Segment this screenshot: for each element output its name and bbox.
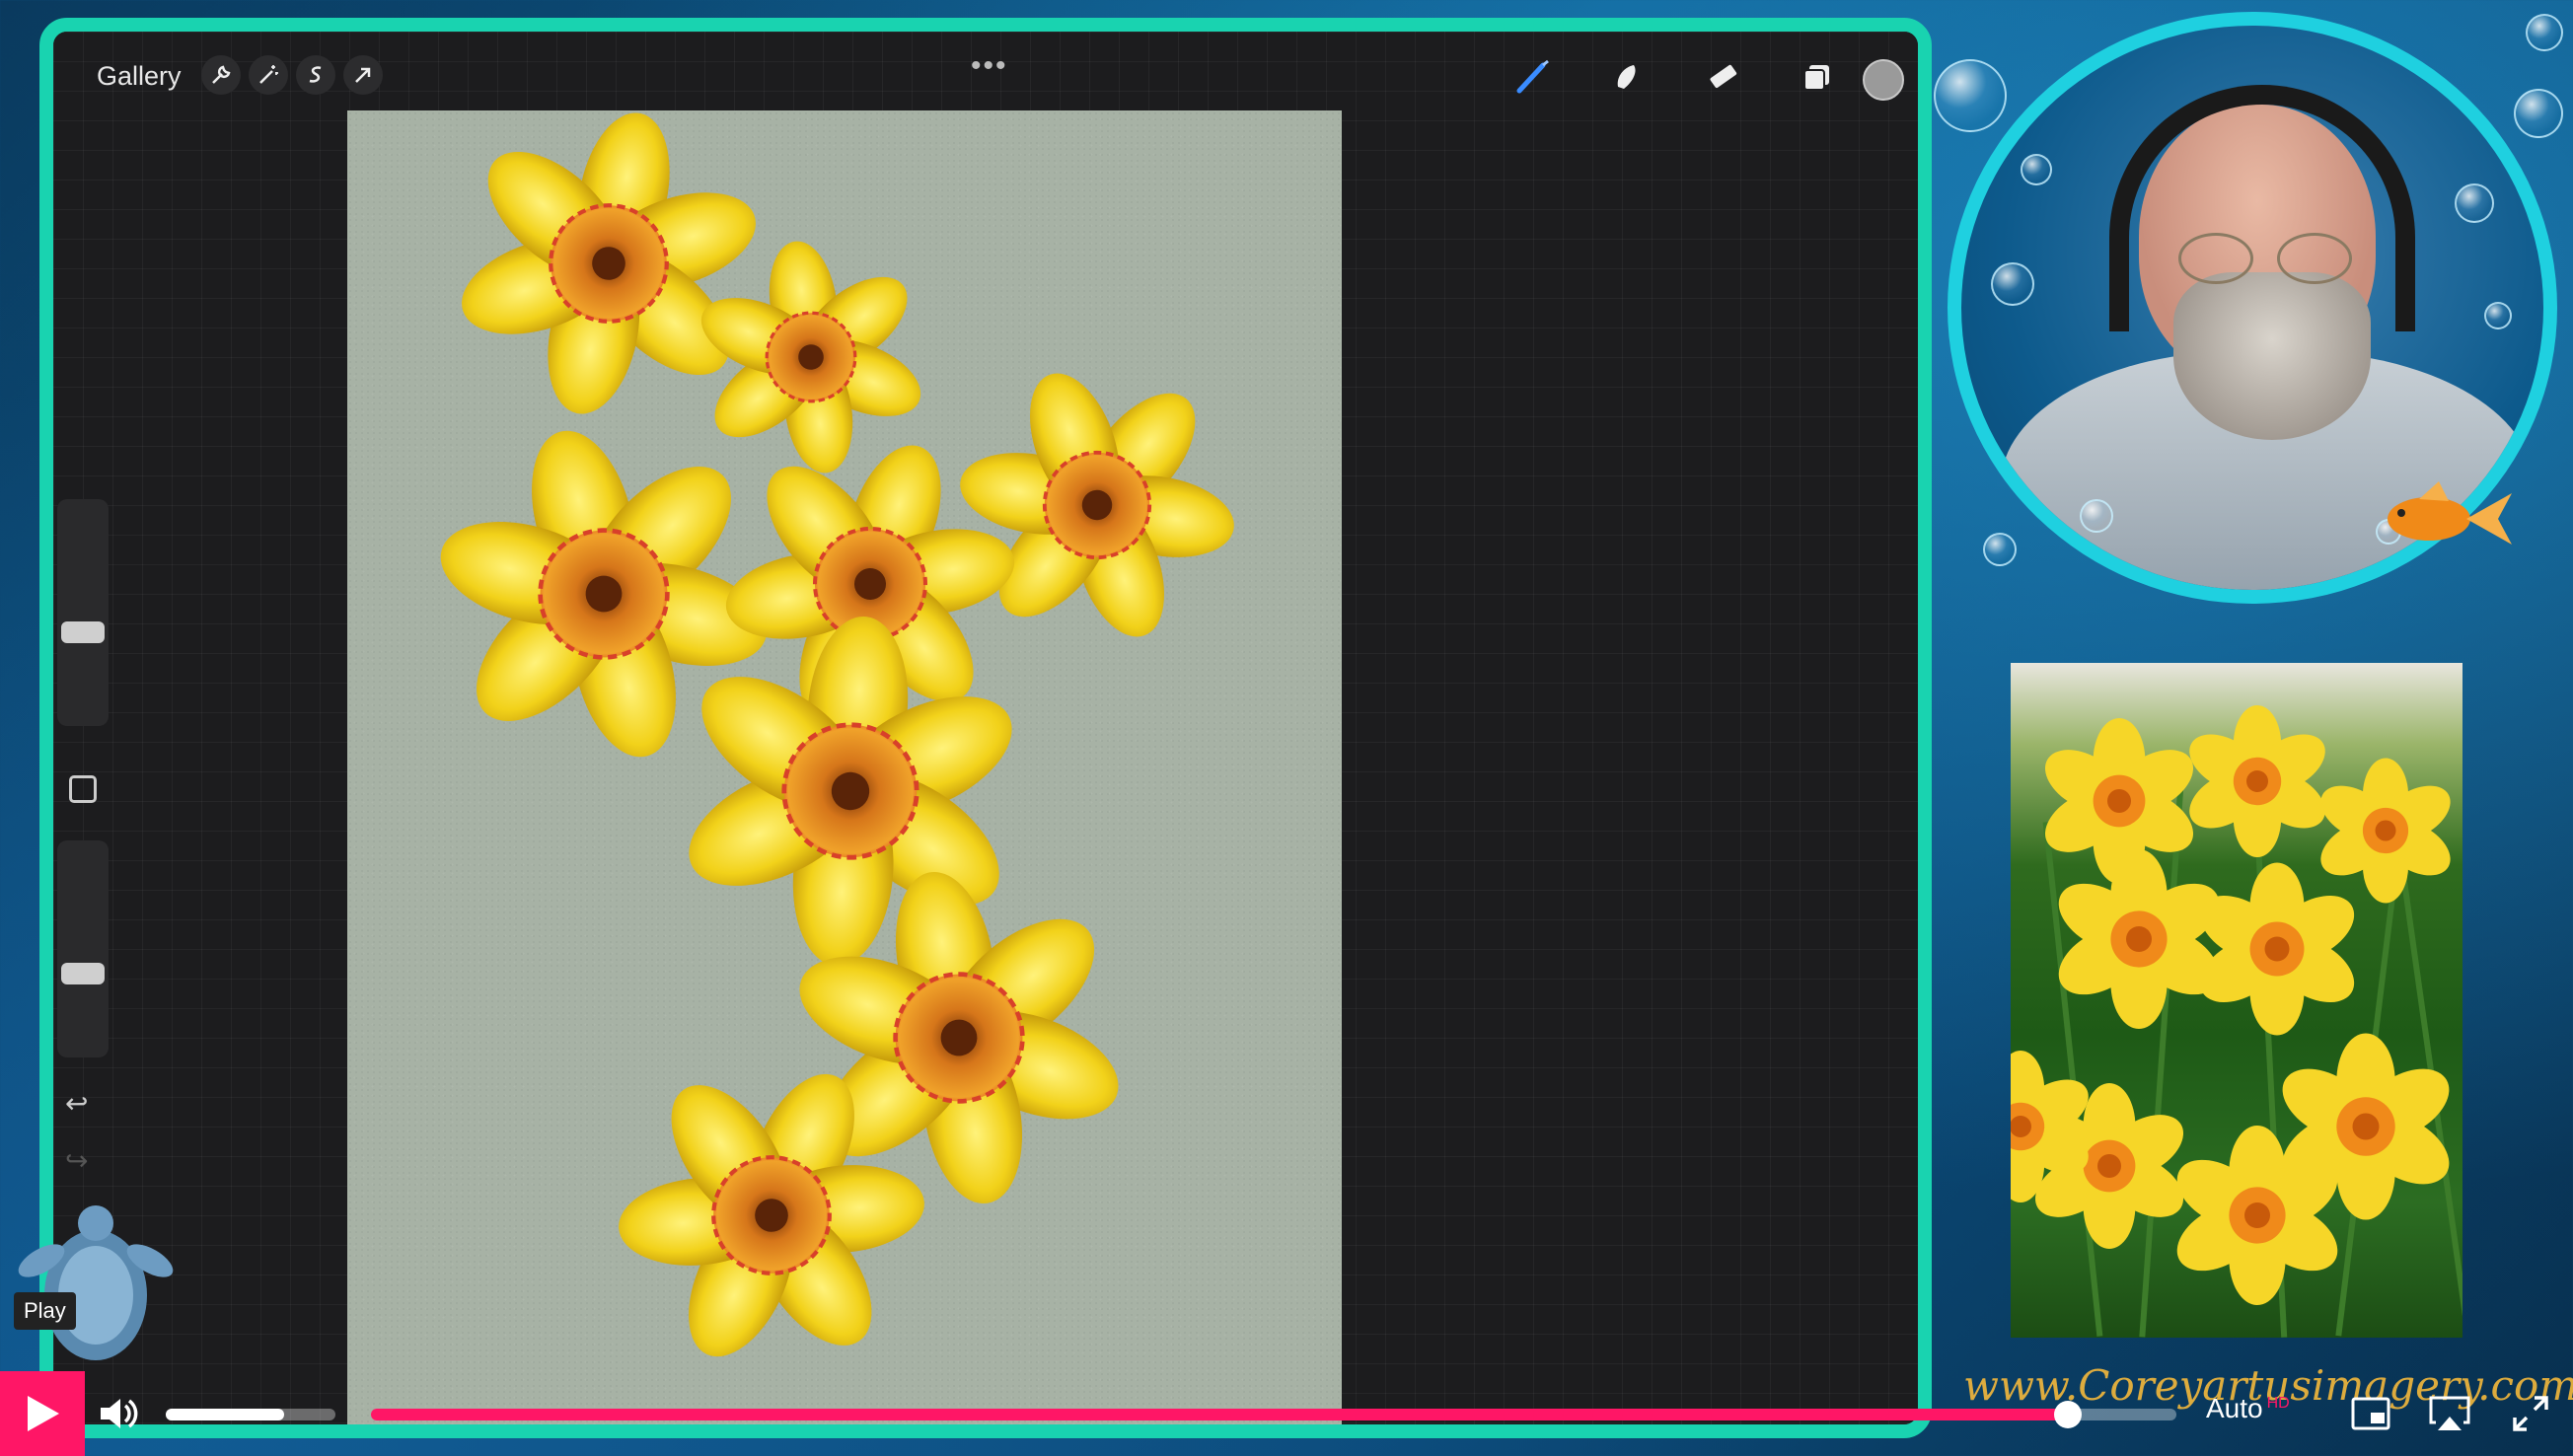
redo-icon[interactable]: ↪	[65, 1144, 88, 1177]
video-controls: Auto HD	[0, 1371, 2573, 1456]
selection-icon[interactable]	[296, 55, 335, 95]
brush-size-thumb[interactable]	[61, 621, 105, 643]
bubble	[2484, 302, 2512, 329]
quality-label: Auto	[2206, 1393, 2263, 1423]
drawing-canvas[interactable]	[347, 110, 1342, 1438]
progress-bar[interactable]	[371, 1401, 2176, 1428]
reference-photo	[2011, 663, 2463, 1338]
turtle-icon	[18, 1205, 174, 1360]
progress-played	[371, 1409, 2069, 1420]
transform-arrow-icon[interactable]	[343, 55, 383, 95]
bubble	[2080, 499, 2113, 533]
bubble	[1983, 533, 2017, 566]
magic-wand-icon[interactable]	[249, 55, 288, 95]
brush-icon[interactable]	[1511, 57, 1555, 97]
bubble	[2455, 183, 2494, 223]
daffodil-painting	[347, 110, 1295, 1438]
gallery-button[interactable]: Gallery	[97, 61, 182, 92]
bubble	[2514, 89, 2563, 138]
top-toolbar: Gallery •••	[53, 32, 1918, 110]
procreate-window: Gallery ••• ↩ ↪	[39, 18, 1932, 1438]
volume-level	[166, 1409, 285, 1420]
bubble	[2526, 14, 2563, 51]
smudge-icon[interactable]	[1606, 57, 1650, 97]
bubble	[2021, 154, 2052, 185]
modify-button[interactable]	[69, 775, 97, 803]
brush-size-slider[interactable]	[57, 499, 109, 726]
play-tooltip: Play	[14, 1292, 76, 1330]
bubble	[1991, 262, 2034, 306]
play-button[interactable]	[0, 1371, 85, 1456]
glasses	[2169, 233, 2356, 284]
bubble	[1934, 59, 2007, 132]
progress-handle[interactable]	[2054, 1401, 2083, 1428]
wrench-icon[interactable]	[201, 55, 241, 95]
opacity-thumb[interactable]	[61, 963, 105, 984]
volume-icon[interactable]	[95, 1391, 140, 1436]
eraser-icon[interactable]	[1701, 57, 1744, 97]
undo-icon[interactable]: ↩	[65, 1087, 88, 1120]
hd-badge: HD	[2266, 1394, 2290, 1412]
fullscreen-icon[interactable]	[2508, 1391, 2553, 1436]
airplay-icon[interactable]	[2427, 1391, 2472, 1436]
quality-selector[interactable]: Auto HD	[2206, 1393, 2290, 1424]
color-swatch[interactable]	[1863, 59, 1904, 101]
opacity-slider[interactable]	[57, 840, 109, 1057]
goldfish-icon	[2388, 481, 2512, 545]
layers-icon[interactable]	[1796, 57, 1839, 97]
picture-in-picture-icon[interactable]	[2348, 1391, 2393, 1436]
more-options-icon[interactable]: •••	[971, 49, 1008, 83]
left-sidebar: ↩ ↪	[57, 485, 109, 1176]
volume-slider[interactable]	[166, 1409, 335, 1420]
headphones	[2109, 85, 2415, 331]
